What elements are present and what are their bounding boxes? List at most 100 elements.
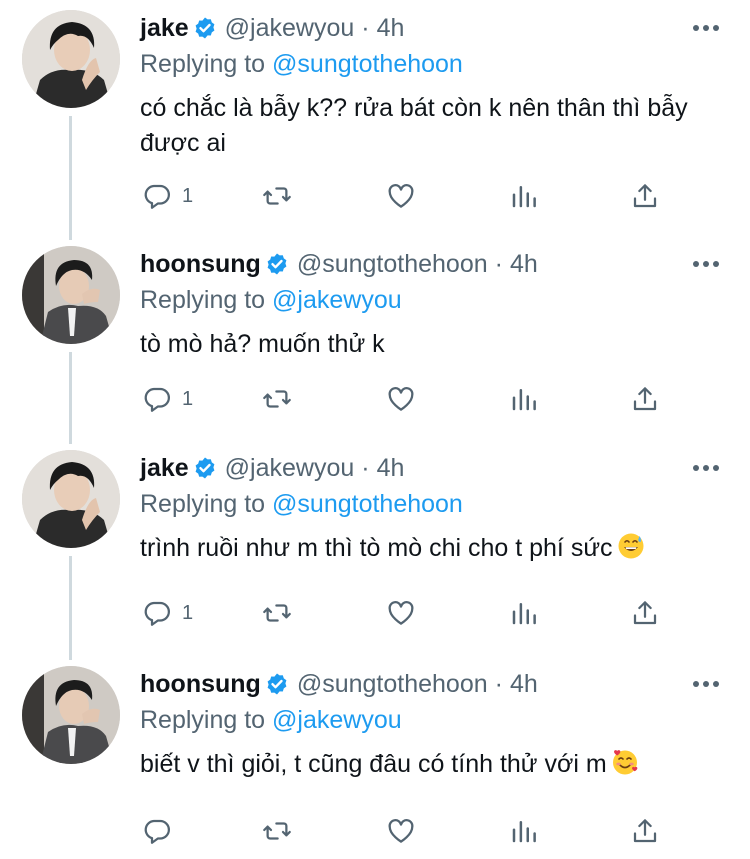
share-button[interactable] <box>630 379 660 419</box>
avatar-image <box>22 666 120 764</box>
more-icon[interactable] <box>688 14 724 42</box>
tweet-text: có chắc là bẫy k?? rửa bát còn k nên thâ… <box>140 94 688 157</box>
separator: · <box>494 249 503 278</box>
like-icon <box>388 819 414 843</box>
replying-label: Replying to <box>140 706 266 734</box>
views-button[interactable] <box>509 593 539 633</box>
share-button[interactable] <box>630 176 660 216</box>
avatar-hoonsung[interactable] <box>22 666 120 764</box>
thread-line <box>69 556 72 660</box>
views-button[interactable] <box>509 176 539 216</box>
smiling-hearts-emoji <box>612 750 638 775</box>
views-button[interactable] <box>509 379 539 419</box>
action-bar <box>140 811 750 851</box>
timestamp[interactable]: 4h <box>377 14 405 43</box>
share-icon <box>633 184 657 208</box>
timestamp[interactable]: 4h <box>510 250 538 279</box>
retweet-icon <box>263 604 291 622</box>
share-icon <box>633 387 657 411</box>
retweet-button[interactable] <box>262 379 292 419</box>
verified-icon <box>195 17 215 39</box>
replying-label: Replying to <box>140 490 266 518</box>
verified-icon <box>195 457 215 479</box>
reply-count: 1 <box>182 184 194 207</box>
replying-to: Replying to @sungtothehoon <box>140 46 730 82</box>
display-name[interactable]: hoonsung <box>140 670 261 699</box>
action-bar: 1 <box>140 593 750 633</box>
more-icon[interactable] <box>688 670 724 698</box>
handle[interactable]: @sungtothehoon <box>297 250 488 279</box>
tweet-text: tò mò hả? muốn thử k <box>140 330 385 358</box>
timestamp[interactable]: 4h <box>510 670 538 699</box>
retweet-button[interactable] <box>262 593 292 633</box>
reply-icon <box>144 819 170 844</box>
share-icon <box>633 601 657 625</box>
avatar-image <box>22 10 120 108</box>
mention-link[interactable]: @jakewyou <box>272 286 402 314</box>
like-button[interactable] <box>386 379 416 419</box>
retweet-button[interactable] <box>262 176 292 216</box>
views-button[interactable] <box>509 811 539 851</box>
mention-link[interactable]: @sungtothehoon <box>272 50 463 78</box>
separator: · <box>361 453 370 482</box>
retweet-icon <box>263 822 291 840</box>
thread-line <box>69 116 72 240</box>
reply-button[interactable]: 1 <box>142 379 193 419</box>
timestamp[interactable]: 4h <box>377 454 405 483</box>
reply-count: 1 <box>182 601 194 624</box>
handle[interactable]: @jakewyou <box>225 454 355 483</box>
thread-line <box>69 352 72 444</box>
replying-to: Replying to @jakewyou <box>140 282 730 318</box>
views-icon <box>512 603 536 625</box>
tweet-body: trình ruồi như m thì tò mò chi cho t phí… <box>140 531 730 566</box>
verified-icon <box>267 253 287 275</box>
like-icon <box>388 601 414 625</box>
display-name[interactable]: jake <box>140 14 189 43</box>
replying-label: Replying to <box>140 50 266 78</box>
display-name[interactable]: jake <box>140 454 189 483</box>
mention-link[interactable]: @jakewyou <box>272 706 402 734</box>
reply-button[interactable]: 1 <box>142 176 193 216</box>
grinning-sweat-emoji <box>618 533 644 559</box>
share-button[interactable] <box>630 593 660 633</box>
action-bar: 1 <box>140 379 750 419</box>
like-button[interactable] <box>386 811 416 851</box>
replying-label: Replying to <box>140 286 266 314</box>
mention-link[interactable]: @sungtothehoon <box>272 490 463 518</box>
reply-count: 1 <box>182 387 194 410</box>
action-bar: 1 <box>140 176 750 216</box>
tweet-text: biết v thì giỏi, t cũng đâu có tính thử … <box>140 750 607 778</box>
more-icon[interactable] <box>688 454 724 482</box>
like-button[interactable] <box>386 176 416 216</box>
share-icon <box>633 819 657 843</box>
avatar-image <box>22 246 120 344</box>
reply-button[interactable]: 1 <box>142 593 193 633</box>
views-icon <box>512 389 536 411</box>
avatar-image <box>22 450 120 548</box>
retweet-icon <box>263 390 291 408</box>
separator: · <box>361 13 370 42</box>
reply-icon <box>144 601 170 626</box>
handle[interactable]: @jakewyou <box>225 14 355 43</box>
tweet-text: trình ruồi như m thì tò mò chi cho t phí… <box>140 534 613 562</box>
like-icon <box>388 387 414 411</box>
views-icon <box>512 821 536 843</box>
handle[interactable]: @sungtothehoon <box>297 670 488 699</box>
replying-to: Replying to @sungtothehoon <box>140 486 730 522</box>
like-button[interactable] <box>386 593 416 633</box>
retweet-button[interactable] <box>262 811 292 851</box>
avatar-jake[interactable] <box>22 10 120 108</box>
replying-to: Replying to @jakewyou <box>140 702 730 738</box>
avatar-hoonsung[interactable] <box>22 246 120 344</box>
avatar-jake[interactable] <box>22 450 120 548</box>
like-icon <box>388 184 414 208</box>
views-icon <box>512 186 536 208</box>
reply-button[interactable] <box>142 811 182 851</box>
reply-icon <box>144 387 170 412</box>
tweet-body: biết v thì giỏi, t cũng đâu có tính thử … <box>140 747 730 782</box>
display-name[interactable]: hoonsung <box>140 250 261 279</box>
separator: · <box>494 669 503 698</box>
reply-icon <box>144 184 170 209</box>
share-button[interactable] <box>630 811 660 851</box>
more-icon[interactable] <box>688 250 724 278</box>
